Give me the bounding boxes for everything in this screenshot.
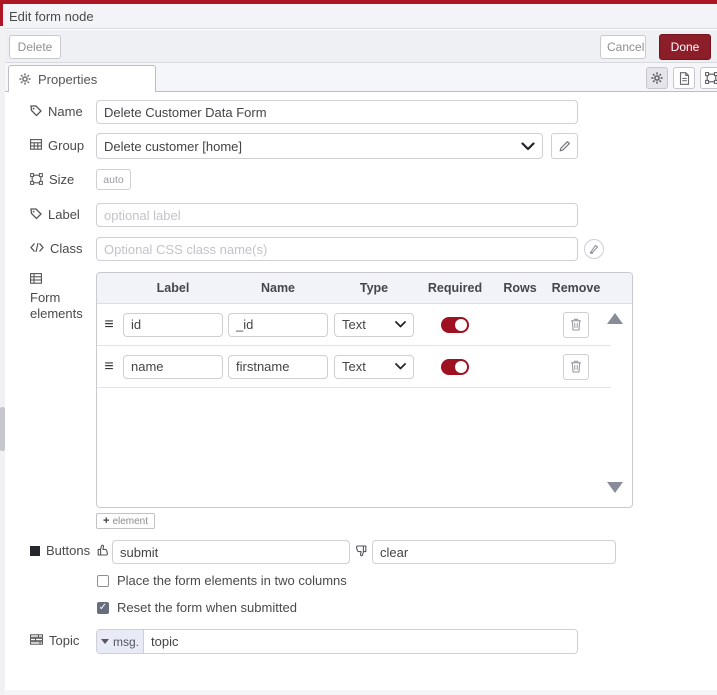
table-icon [30,139,42,150]
reset-form-checkbox-label: Reset the form when submitted [117,600,297,615]
pencil-icon [559,140,571,152]
element-label-input[interactable] [123,312,223,337]
tab-button-properties[interactable] [646,67,668,89]
object-group-icon [30,173,43,185]
class-style-button[interactable] [584,239,604,259]
topic-input[interactable] [144,630,577,653]
scroll-up-icon[interactable] [607,313,623,324]
group-field-label: Group [30,138,84,153]
editor-header-strip-corner [0,0,3,26]
dialog-header: Edit form node [5,4,717,29]
required-toggle[interactable] [441,358,469,375]
chevron-down-icon [521,141,535,151]
element-label-input[interactable] [123,354,223,379]
gear-icon [19,73,31,85]
bottom-edge [5,690,717,695]
done-button[interactable]: Done [659,34,711,60]
scroll-down-icon[interactable] [607,482,623,493]
tab-button-description[interactable] [673,67,695,89]
group-edit-button[interactable] [551,133,578,159]
required-toggle[interactable] [441,316,469,333]
group-select[interactable]: Delete customer [home] [96,133,543,159]
tab-properties-label: Properties [38,71,98,87]
form-elements-field-label: Form elements [30,272,92,323]
buttons-field-label: Buttons [30,543,90,558]
clear-button-text-input[interactable] [372,540,616,564]
tag-icon [30,208,42,220]
thumbs-up-icon [96,543,109,556]
plus-icon: + [103,514,110,527]
topic-type-label: msg. [112,634,139,649]
add-element-button[interactable]: + element [96,513,156,529]
thumbs-down-icon [355,545,368,558]
file-icon [679,71,690,85]
properties-panel: Name Group Delete customer [home] [5,92,717,695]
checkbox-checked[interactable]: ✓ [97,601,109,614]
check-icon: ✓ [98,601,108,613]
trash-icon [570,360,582,373]
class-field-label: Class [30,241,83,256]
drag-handle-icon[interactable]: ≡ [104,316,113,333]
class-input[interactable] [96,237,578,261]
caret-down-icon [100,639,109,644]
column-header-label: Label [156,281,190,295]
drag-handle-icon[interactable]: ≡ [104,358,113,375]
tab-properties[interactable]: Properties [8,65,156,92]
size-field-label: Size [30,172,74,187]
topic-type-select[interactable]: msg. [97,630,144,653]
trash-icon [570,318,582,331]
reset-form-checkbox-row[interactable]: ✓ Reset the form when submitted [97,600,297,615]
label-input[interactable] [96,203,578,227]
editor-header-strip [0,0,717,4]
object-group-icon [704,72,717,84]
tasks-icon [30,634,43,645]
element-name-input[interactable] [228,354,328,379]
form-elements-header: Label Name Type Required Rows Remove [97,273,632,304]
column-header-rows: Rows [503,281,537,295]
name-field-label: Name [30,104,83,119]
quill-icon [589,244,599,254]
checkbox-unchecked[interactable] [97,574,109,587]
size-button[interactable]: auto [96,169,131,190]
label-field-label: Label [30,207,80,222]
form-element-row: ≡ Text [97,346,611,388]
name-input[interactable] [96,100,578,124]
submit-button-text-input[interactable] [112,540,350,564]
dialog-title: Edit form node [9,8,94,24]
element-type-select[interactable]: Text [334,354,414,379]
tab-icon-group [646,67,717,89]
remove-element-button[interactable] [563,353,589,380]
chevron-down-icon [395,321,406,328]
cancel-button[interactable]: Cancel [600,35,646,59]
square-icon [30,546,40,556]
table-list-icon [30,273,42,284]
element-type-select[interactable]: Text [334,312,414,337]
form-elements-table: Label Name Type Required Rows Remove ≡ T… [96,272,633,508]
two-columns-checkbox-row[interactable]: Place the form elements in two columns [97,573,347,588]
tab-button-appearance[interactable] [700,67,717,89]
delete-button[interactable]: Delete [9,35,61,59]
element-name-input[interactable] [228,312,328,337]
column-header-type: Type [359,281,389,295]
topic-typed-input: msg. [96,629,578,654]
column-header-name: Name [260,281,296,295]
dialog-button-bar: Delete Cancel Done [5,30,717,63]
topic-field-label: Topic [30,633,79,648]
column-header-required: Required [427,281,483,295]
chevron-down-icon [395,363,406,370]
column-header-remove: Remove [551,281,601,295]
tag-icon [30,105,42,117]
edit-dialog-tab-bar: Properties [5,63,717,92]
remove-element-button[interactable] [563,311,589,338]
gear-icon [651,72,663,84]
group-select-value: Delete customer [home] [104,138,243,154]
form-element-row: ≡ Text [97,304,611,346]
code-icon [30,242,44,253]
two-columns-checkbox-label: Place the form elements in two columns [117,573,347,588]
